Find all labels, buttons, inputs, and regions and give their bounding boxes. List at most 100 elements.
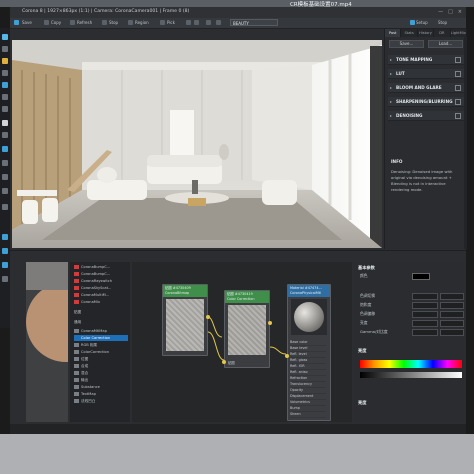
list-item-selected[interactable]: Color Correction bbox=[74, 335, 128, 341]
section-sharpening[interactable]: ▸ SHARPENING/BLURRING bbox=[388, 97, 464, 107]
copy-button[interactable]: Copy bbox=[51, 20, 61, 26]
property-field[interactable] bbox=[440, 320, 464, 327]
color-swatch-icon[interactable] bbox=[206, 20, 211, 25]
enable-checkbox[interactable] bbox=[455, 71, 461, 77]
enable-checkbox[interactable] bbox=[455, 113, 461, 119]
tool-icon-11[interactable] bbox=[2, 160, 8, 166]
tool-icon-2[interactable] bbox=[2, 46, 8, 52]
property-field[interactable] bbox=[440, 302, 464, 309]
list-item[interactable]: CoronaRayswitch bbox=[74, 278, 128, 284]
list-item[interactable]: CoronaMix bbox=[74, 299, 128, 305]
save-preset-button[interactable]: Save... bbox=[389, 40, 424, 48]
brightness-gradient-bar[interactable] bbox=[360, 372, 462, 378]
tab-history[interactable]: History bbox=[418, 29, 435, 37]
tab-post[interactable]: Post bbox=[385, 29, 402, 37]
tool-icon-6[interactable] bbox=[2, 94, 8, 100]
tool-icon-3[interactable] bbox=[2, 58, 8, 64]
region-icon[interactable] bbox=[128, 20, 133, 25]
render-channel-select[interactable]: BEAUTY bbox=[230, 19, 278, 26]
enable-checkbox[interactable] bbox=[455, 85, 461, 91]
property-field[interactable] bbox=[412, 311, 438, 318]
input-pin[interactable] bbox=[222, 360, 226, 364]
node-canvas[interactable]: 贴图 #4730409 CoronaBitmap 贴图 #4730419 Col… bbox=[132, 262, 352, 422]
list-item[interactable]: RGB 相乘 bbox=[74, 342, 128, 348]
tool-icon-14[interactable] bbox=[2, 204, 8, 210]
list-item[interactable]: CoronaMtlMap bbox=[74, 328, 128, 334]
tool-icon-13[interactable] bbox=[2, 188, 8, 194]
property-field[interactable] bbox=[412, 320, 438, 327]
list-item[interactable]: 输出 bbox=[74, 377, 128, 383]
tool-icon-4[interactable] bbox=[2, 70, 8, 76]
list-item[interactable]: TextMap bbox=[74, 391, 128, 397]
z-axis-icon[interactable] bbox=[2, 262, 8, 268]
enable-checkbox[interactable] bbox=[455, 57, 461, 63]
list-item[interactable]: Substance bbox=[74, 384, 128, 390]
list-item[interactable]: CoronaSkyScat... bbox=[74, 285, 128, 291]
refresh-icon[interactable] bbox=[70, 20, 75, 25]
output-pin[interactable] bbox=[268, 321, 272, 325]
tab-lightmix[interactable]: LightMix bbox=[451, 29, 468, 37]
list-item[interactable]: CoronaBumpC... bbox=[74, 271, 128, 277]
tool-icon-8[interactable] bbox=[2, 120, 8, 126]
section-tone-mapping[interactable]: ▸ TONE MAPPING bbox=[388, 55, 464, 65]
bitmap-node[interactable]: 贴图 #4730409 CoronaBitmap bbox=[162, 284, 210, 356]
hue-spectrum-bar[interactable] bbox=[360, 360, 462, 368]
color-correction-node[interactable]: 贴图 #4730419 Color Correction 贴图 bbox=[222, 290, 272, 368]
fit-icon[interactable] bbox=[194, 20, 199, 25]
list-item[interactable]: CoronaMultiM... bbox=[74, 292, 128, 298]
pick-button[interactable]: Pick bbox=[167, 20, 175, 26]
enable-checkbox[interactable] bbox=[455, 99, 461, 105]
section-bloom-glare[interactable]: ▸ BLOOM AND GLARE bbox=[388, 83, 464, 93]
property-field[interactable] bbox=[412, 329, 438, 336]
maximize-button[interactable]: □ bbox=[448, 9, 453, 15]
tool-icon-18[interactable] bbox=[2, 276, 8, 282]
zoom-icon[interactable] bbox=[186, 20, 191, 25]
property-field[interactable] bbox=[412, 293, 438, 300]
post-panel-scrollbar[interactable] bbox=[464, 37, 467, 249]
list-item[interactable]: ColorCorrection bbox=[74, 349, 128, 355]
close-button[interactable]: × bbox=[458, 9, 462, 15]
section-denoising[interactable]: ▸ DENOISING bbox=[388, 111, 464, 121]
tool-icon-9[interactable] bbox=[2, 132, 8, 138]
tool-icon-5[interactable] bbox=[2, 82, 8, 88]
stop-render-button[interactable]: Stop bbox=[438, 20, 447, 26]
setup-button[interactable]: Setup bbox=[416, 20, 428, 26]
render-viewport[interactable] bbox=[12, 40, 382, 248]
load-preset-button[interactable]: Load... bbox=[428, 40, 463, 48]
list-item[interactable]: 混合 bbox=[74, 370, 128, 376]
tool-icon-1[interactable] bbox=[2, 34, 8, 40]
property-field[interactable] bbox=[440, 329, 464, 336]
tab-stats[interactable]: Stats bbox=[401, 29, 418, 37]
save-button[interactable]: Save bbox=[22, 20, 32, 26]
list-item[interactable]: 位图 bbox=[74, 356, 128, 362]
alpha-icon[interactable] bbox=[216, 20, 221, 25]
render-icon[interactable] bbox=[14, 20, 19, 25]
x-axis-icon[interactable] bbox=[2, 234, 8, 240]
tool-icon-12[interactable] bbox=[2, 174, 8, 180]
copy-icon[interactable] bbox=[44, 20, 49, 25]
section-lut[interactable]: ▸ LUT bbox=[388, 69, 464, 79]
tool-icon-7[interactable] bbox=[2, 106, 8, 112]
stop-icon[interactable] bbox=[102, 20, 107, 25]
input-pin[interactable] bbox=[285, 354, 289, 358]
material-node[interactable]: Material #47474... CoronaPhysicalMtl Bas… bbox=[285, 284, 331, 421]
list-group-header[interactable]: 贴图 bbox=[74, 309, 128, 315]
list-item[interactable]: CoronaBumpC... bbox=[74, 264, 128, 270]
refresh-button[interactable]: Refresh bbox=[77, 20, 92, 26]
region-button[interactable]: Region bbox=[135, 20, 149, 26]
tab-dr[interactable]: DR bbox=[434, 29, 451, 37]
minimize-button[interactable]: — bbox=[438, 9, 443, 15]
list-item[interactable]: 法线凹凸 bbox=[74, 398, 128, 404]
color-swatch[interactable] bbox=[412, 273, 430, 280]
list-group-header[interactable]: 通用 bbox=[74, 319, 128, 325]
property-field[interactable] bbox=[440, 311, 464, 318]
setup-icon[interactable] bbox=[410, 20, 415, 25]
pick-icon[interactable] bbox=[160, 20, 165, 25]
material-slot[interactable]: Sheen bbox=[290, 411, 326, 418]
output-pin[interactable] bbox=[206, 315, 210, 319]
stop-button[interactable]: Stop bbox=[109, 20, 118, 26]
property-field[interactable] bbox=[440, 293, 464, 300]
list-item[interactable]: 合成 bbox=[74, 363, 128, 369]
property-field[interactable] bbox=[412, 302, 438, 309]
tool-icon-10[interactable] bbox=[2, 146, 8, 152]
